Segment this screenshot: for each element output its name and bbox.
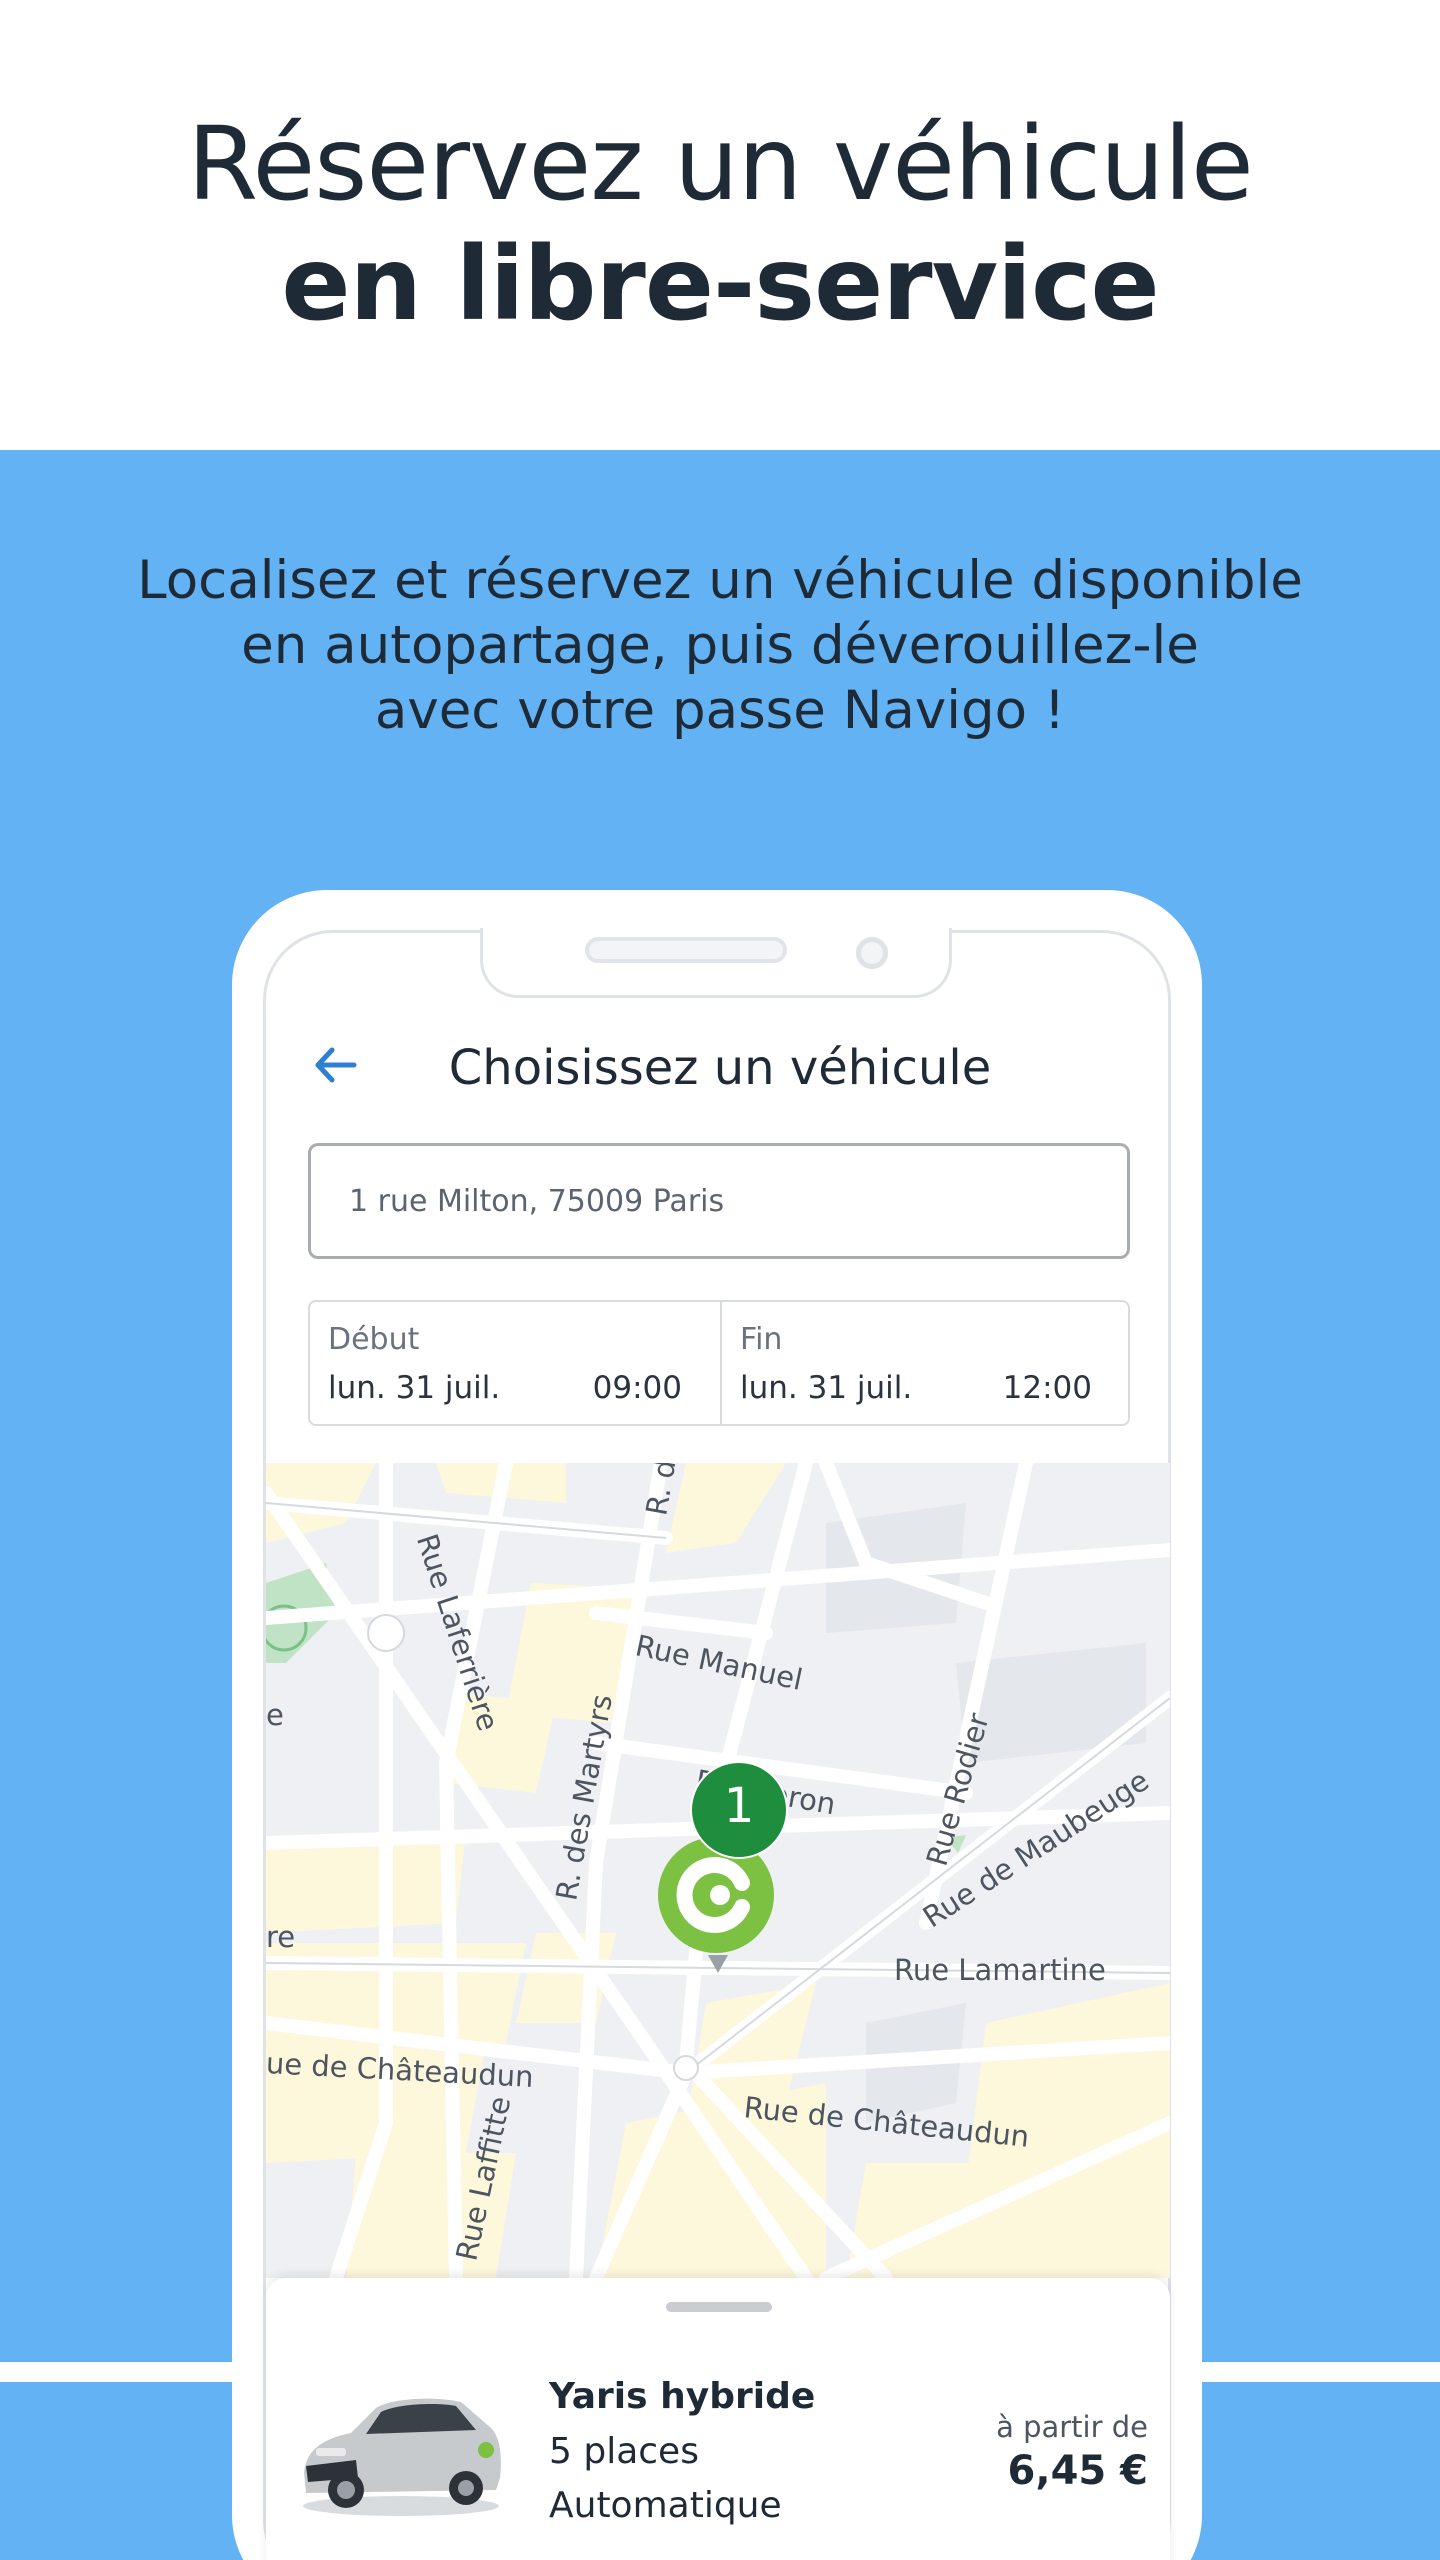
end-date-field[interactable]: Fin lun. 31 juil. 12:00 — [722, 1302, 1130, 1424]
cluster-count: 1 — [723, 1778, 755, 1834]
subtitle-line-1: Localisez et réservez un véhicule dispon… — [137, 550, 1303, 611]
header: Réservez un véhicule en libre-service — [0, 0, 1440, 450]
headline-line-2: en libre-service — [281, 225, 1159, 344]
vehicle-transmission: Automatique — [549, 2485, 782, 2526]
map-view[interactable]: Rue Laferrière Rue Manuel R. des Martyrs… — [266, 1463, 1170, 2278]
vehicle-card[interactable]: Yaris hybride 5 places Automatique à par… — [266, 2278, 1170, 2560]
date-range-selector: Début lun. 31 juil. 09:00 Fin lun. 31 ju… — [308, 1300, 1130, 1426]
street-label: e — [266, 1698, 284, 1732]
end-label: Fin — [740, 1322, 783, 1357]
start-date: lun. 31 juil. — [328, 1370, 501, 1406]
vehicle-price: 6,45 € — [1007, 2448, 1148, 2494]
cluster-count-icon[interactable]: 1 — [689, 1760, 789, 1860]
headline-line-1: Réservez un véhicule — [187, 105, 1254, 224]
start-label: Début — [328, 1322, 420, 1357]
start-date-field[interactable]: Début lun. 31 juil. 09:00 — [310, 1302, 720, 1424]
end-time: 12:00 — [1002, 1370, 1092, 1406]
vehicle-name: Yaris hybride — [549, 2376, 816, 2417]
street-label: Rue Lamartine — [894, 1953, 1106, 1987]
price-prefix: à partir de — [996, 2410, 1148, 2444]
address-value: 1 rue Milton, 75009 Paris — [349, 1184, 725, 1219]
screen-title: Choisissez un véhicule — [448, 1040, 992, 1096]
street-label: re — [266, 1920, 296, 1954]
phone-speaker — [585, 937, 787, 963]
start-time: 09:00 — [592, 1370, 682, 1406]
vehicle-seats: 5 places — [549, 2431, 699, 2472]
subtitle: Localisez et réservez un véhicule dispon… — [0, 548, 1440, 743]
car-image — [296, 2378, 506, 2518]
back-arrow-icon[interactable] — [310, 1040, 360, 1090]
subtitle-line-3: avec votre passe Navigo ! — [374, 680, 1066, 741]
phone-camera — [856, 937, 888, 969]
subtitle-line-2: en autopartage, puis déverouillez-le — [241, 615, 1199, 676]
address-input[interactable]: 1 rue Milton, 75009 Paris — [308, 1143, 1130, 1259]
sheet-drag-handle[interactable] — [666, 2302, 772, 2312]
end-date: lun. 31 juil. — [740, 1370, 913, 1406]
